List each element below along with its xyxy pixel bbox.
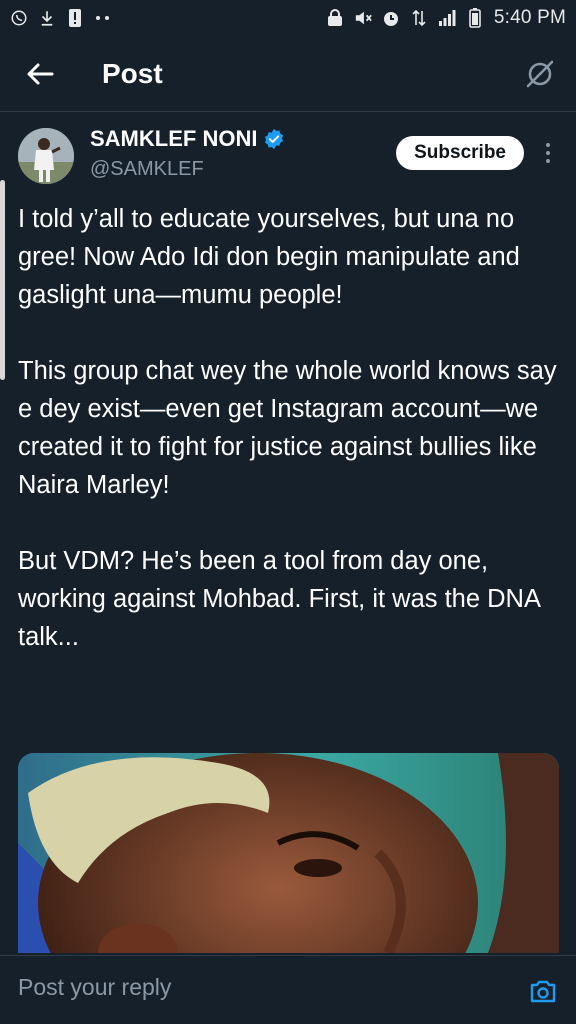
alert-icon (66, 9, 84, 27)
data-icon (410, 9, 428, 27)
avatar[interactable] (18, 128, 74, 184)
whatsapp-icon (10, 9, 28, 27)
more-options-button[interactable] (538, 138, 558, 168)
status-time: 5:40 PM (493, 7, 566, 28)
page-title: Post (102, 57, 163, 89)
more-vertical-icon (546, 143, 550, 147)
camera-icon (530, 980, 556, 1003)
post-media-image[interactable] (18, 753, 559, 953)
camera-button[interactable] (528, 976, 558, 1006)
mute-icon (354, 9, 372, 27)
verified-badge-icon (265, 128, 284, 150)
post-paragraph: This group chat wey the whole world know… (18, 357, 557, 499)
author-name-line: SAMKLEF NONI (90, 126, 285, 152)
back-button[interactable] (20, 54, 60, 94)
reply-input[interactable] (18, 974, 478, 1001)
arrow-left-icon (27, 63, 54, 84)
more-dots-icon (94, 9, 112, 27)
reply-bar (0, 955, 576, 1024)
hide-conversation-button[interactable] (522, 56, 558, 92)
download-icon (38, 9, 56, 27)
scrollbar[interactable] (0, 180, 5, 380)
post-paragraph: But VDM? He’s been a tool from day one, … (18, 547, 540, 651)
alarm-icon (382, 9, 400, 27)
subscribe-button[interactable]: Subscribe (396, 136, 524, 170)
status-bar-right: 5:40 PM (326, 7, 566, 29)
post-paragraph: I told y’all to educate yourselves, but … (18, 205, 520, 309)
post-text: I told y’all to educate yourselves, but … (18, 200, 558, 656)
author-name[interactable]: SAMKLEF NONI (90, 126, 257, 152)
top-app-bar: Post (0, 36, 576, 112)
post-author-row: SAMKLEF NONI @SAMKLEF Subscribe (18, 124, 558, 188)
author-handle[interactable]: @SAMKLEF (90, 158, 204, 181)
signal-icon (438, 9, 456, 27)
battery-icon (466, 8, 484, 28)
eye-slash-icon (526, 60, 554, 88)
status-bar: 5:40 PM (0, 0, 576, 36)
lock-icon (326, 9, 344, 27)
status-bar-left (10, 9, 112, 27)
